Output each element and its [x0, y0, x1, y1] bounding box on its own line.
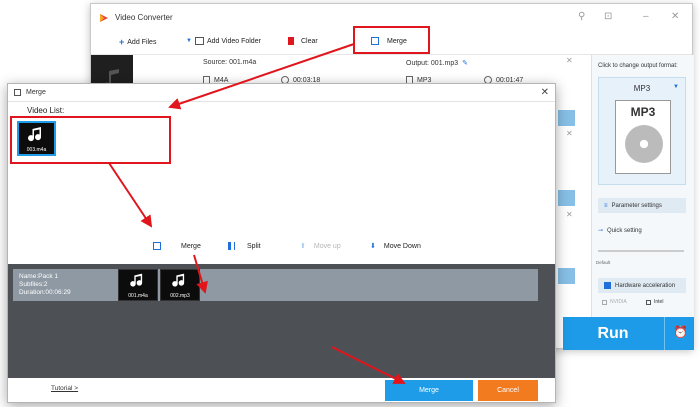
add-video-folder-button[interactable]: ▼ Add Video Folder [186, 37, 261, 45]
quick-setting-label: Quick setting [607, 227, 642, 234]
plus-icon: + [119, 37, 125, 47]
arrow-down-icon: ⬇ [370, 243, 376, 250]
pack-name: Name:Pack 1 [19, 273, 59, 280]
highlight-video-list [10, 116, 171, 164]
disc-icon [625, 125, 663, 163]
sliders-icon: ≡ [604, 202, 608, 209]
add-video-folder-label: Add Video Folder [206, 37, 261, 45]
app-logo-icon [99, 13, 109, 23]
merge-control[interactable]: Merge [153, 242, 201, 250]
move-down-control-label: Move Down [383, 242, 421, 250]
nvidia-option[interactable]: NVIDIA [602, 299, 627, 305]
highlight-merge-toolbar [353, 26, 430, 54]
dialog-merge-button[interactable]: Merge [385, 380, 473, 401]
pack-item-name: 002.mp3 [170, 293, 190, 299]
pack-item-name: 001.m4a [128, 293, 148, 299]
music-note-icon [130, 273, 143, 287]
pack-item[interactable]: 002.mp3 [160, 269, 200, 301]
merge-pack-row[interactable]: Name:Pack 1 Subfiles:2 Duration:00:06:29… [13, 269, 538, 301]
nvidia-label: NVIDIA [610, 299, 627, 305]
skin-icon[interactable]: ⚲ [578, 11, 585, 22]
output-format-panel: Click to change output format: MP3 ▼ MP3… [591, 55, 694, 350]
remove-file-icon[interactable]: ✕ [566, 56, 573, 65]
merge-icon [14, 89, 21, 96]
output-filename: Output: 001.mp3 ✎ [406, 59, 468, 68]
slider-icon: ⊸ [598, 228, 604, 234]
merge-icon [153, 242, 161, 250]
row-settings-strip[interactable] [558, 190, 575, 206]
dialog-cancel-button[interactable]: Cancel [478, 380, 538, 401]
parameter-settings-button[interactable]: ≡ Parameter settings [598, 198, 686, 213]
format-badge-label: MP3 [630, 105, 656, 119]
dialog-title-bar: Merge [8, 84, 555, 102]
dropdown-arrow-icon: ▼ [186, 38, 192, 44]
default-label: Default [596, 260, 611, 265]
row-settings-strip[interactable] [558, 110, 575, 126]
alarm-clock-icon[interactable]: ⏰ [673, 325, 688, 339]
split-icon [228, 242, 235, 250]
run-button[interactable]: Run [563, 317, 663, 350]
clear-button[interactable]: Clear [288, 37, 318, 45]
parameter-settings-label: Parameter settings [611, 202, 662, 209]
pack-item[interactable]: 001.m4a [118, 269, 158, 301]
output-format-hint: Click to change output format: [598, 63, 678, 69]
video-list-label: Video List: [27, 106, 65, 115]
quick-setting: ⊸ Quick setting [598, 227, 642, 235]
row-settings-strip[interactable] [558, 268, 575, 284]
dialog-title: Merge [26, 89, 46, 96]
music-note-icon [172, 273, 185, 287]
add-files-label: Add Files [127, 38, 157, 46]
add-files-button[interactable]: + Add Files [119, 37, 156, 47]
clear-label: Clear [301, 37, 318, 45]
intel-option[interactable]: Intel [646, 299, 663, 305]
run-bar: Run ⏰ [563, 317, 694, 350]
dialog-close-icon[interactable]: ✕ [541, 87, 549, 98]
edit-pencil-icon[interactable]: ✎ [462, 59, 468, 67]
checkbox-icon [646, 299, 651, 305]
folder-icon [194, 37, 204, 45]
close-button[interactable]: ✕ [671, 11, 679, 22]
tutorial-link[interactable]: Tutorial > [51, 385, 78, 392]
app-title: Video Converter [115, 13, 173, 22]
pack-duration: Duration:00:06:29 [19, 289, 71, 296]
intel-label: Intel [654, 299, 664, 305]
split-control-label: Split [247, 242, 261, 250]
pack-subfiles: Subfiles:2 [19, 281, 48, 288]
move-up-control[interactable]: ⬆ Move up [300, 242, 341, 251]
source-filename: Source: 001.m4a [203, 59, 257, 66]
move-down-control[interactable]: ⬇ Move Down [370, 242, 421, 251]
hardware-acceleration-button[interactable]: Hardware acceleration [598, 278, 686, 293]
chip-icon [604, 282, 611, 289]
merge-pack-area: Name:Pack 1 Subfiles:2 Duration:00:06:29… [8, 264, 555, 378]
trash-icon [288, 37, 294, 45]
split-control[interactable]: Split [228, 242, 261, 250]
hardware-acceleration-label: Hardware acceleration [615, 282, 676, 289]
minimize-button[interactable]: – [643, 11, 649, 22]
remove-file-icon[interactable]: ✕ [566, 210, 573, 219]
format-badge-icon: MP3 [615, 100, 671, 174]
checkbox-icon [602, 299, 607, 305]
move-up-control-label: Move up [313, 242, 341, 250]
chevron-down-icon: ▼ [673, 84, 679, 90]
merge-control-label: Merge [181, 242, 201, 250]
output-filename-label: Output: 001.mp3 [406, 59, 459, 67]
arrow-up-icon: ⬆ [300, 243, 306, 250]
quality-slider[interactable] [598, 250, 684, 252]
format-selector[interactable]: MP3 ▼ MP3 [598, 77, 686, 185]
remove-file-icon[interactable]: ✕ [566, 129, 573, 138]
dialog-footer: Tutorial > Merge Cancel [8, 378, 555, 402]
cart-icon[interactable]: ⊡ [604, 11, 612, 22]
run-divider [664, 317, 665, 350]
